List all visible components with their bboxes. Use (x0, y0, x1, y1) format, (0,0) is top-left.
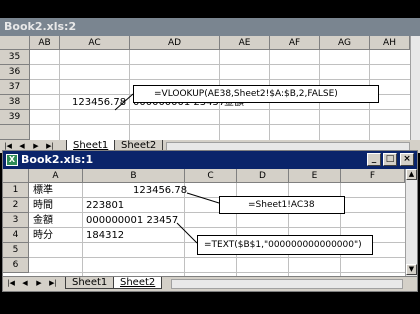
row-header[interactable]: 5 (3, 243, 29, 258)
column-header[interactable]: AG (320, 36, 370, 50)
minimize-button[interactable]: _ (367, 153, 381, 166)
cell-a2[interactable]: 時間 (33, 199, 53, 212)
select-all-corner[interactable] (3, 169, 29, 183)
row-header[interactable]: 37 (0, 80, 30, 95)
row-header[interactable]: 6 (3, 258, 29, 273)
column-header[interactable]: C (185, 169, 237, 183)
sheet-tab-bar: |◀ ◀ ▶ ▶| Sheet1 Sheet2 (3, 276, 417, 291)
column-header[interactable]: AF (270, 36, 320, 50)
cell-a3[interactable]: 金額 (33, 214, 53, 227)
row-header[interactable]: 1 (3, 183, 29, 198)
close-button[interactable]: × (400, 153, 414, 166)
row-header[interactable]: 36 (0, 65, 30, 80)
window-title: Book2.xls:1 (21, 153, 94, 166)
cell-b2[interactable]: 223801 (86, 199, 124, 212)
horizontal-scrollbar[interactable] (171, 279, 403, 289)
gridline (30, 64, 410, 65)
sheet-nav-buttons: |◀ ◀ ▶ ▶| (5, 278, 59, 290)
gridline (30, 79, 410, 80)
column-header[interactable]: D (237, 169, 289, 183)
callout-text: =VLOOKUP(AE38,Sheet2!$A:$B,2,FALSE) (154, 89, 338, 99)
formula-callout: =TEXT($B$1,"000000000000000") (197, 235, 373, 255)
cell-a4[interactable]: 時分 (33, 229, 53, 242)
vertical-scrollbar[interactable] (410, 36, 420, 140)
screen: Book2.xls:2 AB AC AD AE AF AG AH 35 36 3… (0, 0, 420, 314)
column-header[interactable]: AC (60, 36, 130, 50)
gridline (29, 257, 405, 258)
first-sheet-icon[interactable]: |◀ (5, 278, 17, 289)
gridline (29, 227, 405, 228)
row-header[interactable]: 35 (0, 50, 30, 65)
column-header[interactable]: F (341, 169, 405, 183)
last-sheet-icon[interactable]: ▶| (47, 278, 59, 289)
gridline (82, 183, 83, 276)
gridline (30, 109, 410, 110)
column-header[interactable]: AB (30, 36, 60, 50)
gridline (29, 197, 405, 198)
cell-b1[interactable]: 123456.78 (133, 184, 187, 197)
scroll-down-icon[interactable]: ▼ (406, 264, 417, 275)
cell-b3[interactable]: 000000001 23457 (86, 214, 178, 227)
gridline (29, 272, 405, 273)
row-header[interactable]: 39 (0, 110, 30, 125)
column-header[interactable]: AD (130, 36, 220, 50)
restore-button[interactable]: □ (383, 153, 397, 166)
gridline (59, 50, 60, 140)
vertical-scrollbar[interactable]: ▲ ▼ (405, 169, 417, 276)
callout-text: =Sheet1!AC38 (248, 200, 315, 210)
next-sheet-icon[interactable]: ▶ (33, 278, 45, 289)
window-title-bar[interactable]: X Book2.xls:1 _ □ × (3, 151, 417, 169)
spreadsheet-grid[interactable]: A B C D E F 1 2 3 4 5 6 標準 123456.78 時間 … (3, 169, 405, 276)
prev-sheet-icon[interactable]: ◀ (19, 278, 31, 289)
scroll-up-icon[interactable]: ▲ (406, 169, 417, 180)
formula-callout: =VLOOKUP(AE38,Sheet2!$A:$B,2,FALSE) (133, 85, 379, 103)
row-header[interactable]: 3 (3, 213, 29, 228)
cell-b4[interactable]: 184312 (86, 229, 124, 242)
column-header[interactable]: E (289, 169, 341, 183)
window-title: Book2.xls:2 (4, 20, 77, 33)
row-header[interactable]: 4 (3, 228, 29, 243)
reference-callout: =Sheet1!AC38 (219, 196, 345, 214)
select-all-corner[interactable] (0, 36, 30, 50)
column-header[interactable]: B (83, 169, 185, 183)
callout-text: =TEXT($B$1,"000000000000000") (204, 240, 362, 250)
column-header[interactable]: AE (220, 36, 270, 50)
cell-a1[interactable]: 標準 (33, 184, 53, 197)
column-header[interactable]: A (29, 169, 83, 183)
excel-app-icon[interactable]: X (6, 154, 18, 166)
tab-sheet1[interactable]: Sheet1 (65, 277, 115, 289)
row-header[interactable] (0, 125, 30, 140)
window-title-bar[interactable]: Book2.xls:2 (0, 18, 420, 36)
row-header[interactable]: 38 (0, 95, 30, 110)
column-header[interactable]: AH (370, 36, 410, 50)
gridline (129, 50, 130, 140)
workbook-window-inactive[interactable]: Book2.xls:2 AB AC AD AE AF AG AH 35 36 3… (0, 18, 420, 153)
tab-sheet2[interactable]: Sheet2 (113, 277, 163, 289)
gridline (30, 124, 410, 125)
row-header[interactable]: 2 (3, 198, 29, 213)
gridline (29, 212, 405, 213)
workbook-window-active[interactable]: X Book2.xls:1 _ □ × A B C D E F 1 2 3 4 … (2, 150, 418, 292)
cell-ac38[interactable]: 123456.78 (72, 96, 126, 109)
